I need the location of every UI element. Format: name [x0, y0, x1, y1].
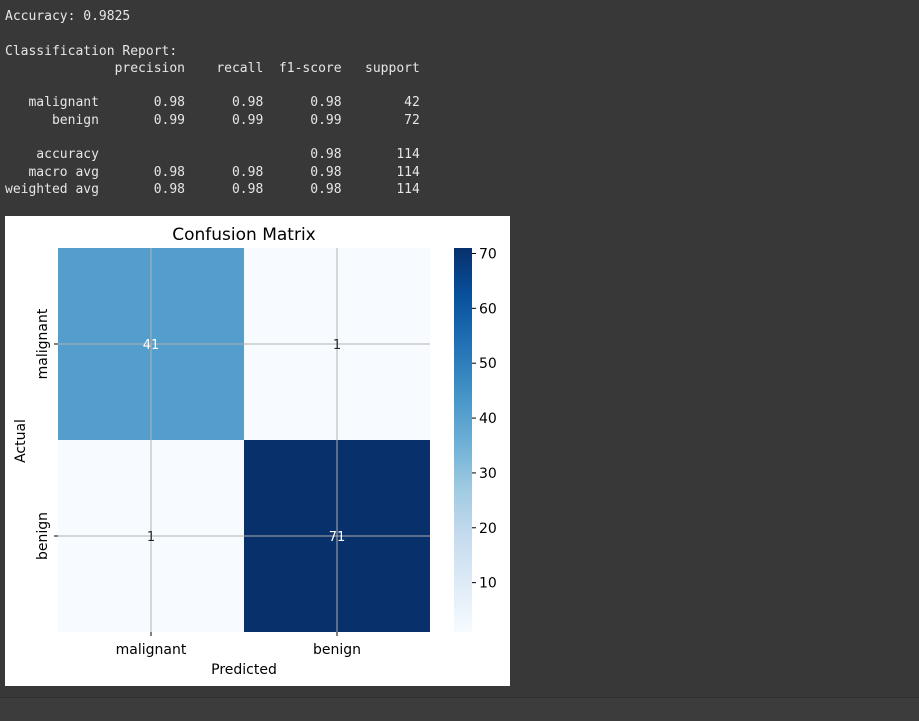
console-line: weighted avg 0.98 0.98 0.98 114: [5, 181, 420, 197]
colorbar: [454, 248, 472, 632]
cell-value-label: 71: [329, 530, 346, 545]
colorbar-tick-label: 10: [479, 576, 497, 592]
x-axis-label: Predicted: [211, 662, 277, 678]
y-tick-label: malignant: [35, 308, 51, 379]
x-axis-ticks: malignant benign: [116, 632, 361, 658]
colorbar-tick-label: 30: [479, 466, 497, 482]
colorbar-tick-label: 40: [479, 411, 497, 427]
confusion-matrix-chart: Confusion Matrix Predicted Actual 41 1 1 71…: [13, 225, 497, 678]
bottom-bar: [0, 697, 919, 721]
colorbar-tick-label: 60: [479, 301, 497, 317]
confusion-matrix-figure: Confusion Matrix Predicted Actual 41 1 1 71…: [5, 216, 510, 686]
console-output: Accuracy: 0.9825 Classification Report: …: [5, 8, 420, 198]
console-line: benign 0.99 0.99 0.99 72: [5, 112, 420, 128]
console-line: precision recall f1-score support: [5, 60, 420, 76]
x-tick-label: benign: [313, 642, 361, 658]
cell-value-label: 41: [143, 338, 160, 353]
console-line: Classification Report:: [5, 43, 178, 59]
colorbar-tick-label: 20: [479, 521, 497, 537]
y-tick-label: benign: [35, 512, 51, 560]
console-line: malignant 0.98 0.98 0.98 42: [5, 95, 420, 111]
chart-title: Confusion Matrix: [172, 225, 316, 245]
y-axis-ticks: malignant benign: [35, 308, 58, 560]
console-line: macro avg 0.98 0.98 0.98 114: [5, 164, 420, 180]
console-line: accuracy 0.98 114: [5, 147, 420, 163]
cell-value-label: 1: [333, 338, 341, 353]
colorbar-ticks: 10 20 30 40 50 60 70: [472, 246, 497, 592]
console-line: Accuracy: 0.9825: [5, 9, 131, 24]
colorbar-tick-label: 70: [479, 246, 497, 262]
x-tick-label: malignant: [116, 642, 187, 658]
colorbar-tick-label: 50: [479, 356, 497, 372]
cell-value-label: 1: [147, 530, 155, 545]
heatmap-cells: [58, 248, 430, 632]
y-axis-label: Actual: [13, 419, 29, 463]
